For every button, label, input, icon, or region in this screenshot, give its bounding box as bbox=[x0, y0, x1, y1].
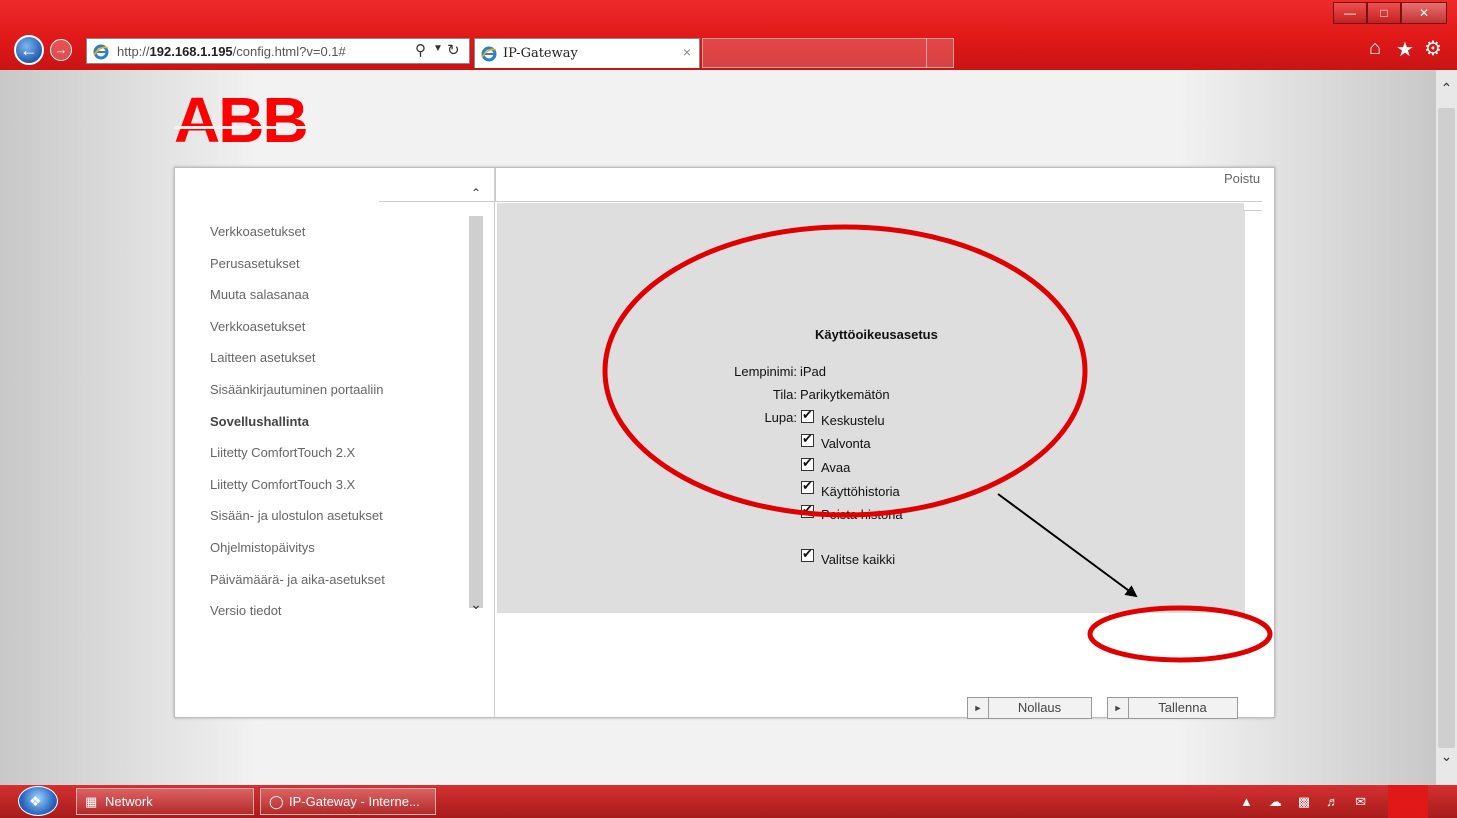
sidebar-item-verkkoasetukset-2[interactable]: Verkkoasetukset bbox=[210, 319, 305, 334]
sidebar-item-perusasetukset[interactable]: Perusasetukset bbox=[210, 256, 300, 271]
tab-title: IP-Gateway bbox=[503, 46, 578, 61]
volume-icon[interactable]: ♬ bbox=[1326, 794, 1339, 810]
ie-tab-icon bbox=[481, 46, 497, 62]
checkbox-kayttohistoria[interactable] bbox=[801, 478, 814, 494]
form-title: Käyttöoikeusasetus bbox=[815, 327, 938, 342]
permission-label: Lupa: bbox=[764, 410, 797, 425]
sidebar-item-sovellushallinta[interactable]: Sovellushallinta bbox=[210, 414, 309, 429]
refresh-icon[interactable]: ↻ bbox=[447, 41, 460, 59]
sidebar-item-muuta-salasanaa[interactable]: Muuta salasanaa bbox=[210, 287, 309, 302]
select-all-label: Valitse kaikki bbox=[821, 552, 896, 567]
sidebar-item-comforttouch-3[interactable]: Liitetty ComfortTouch 3.X bbox=[210, 477, 355, 492]
checkbox-label: Poista historia bbox=[821, 507, 903, 522]
address-bar[interactable]: http://192.168.1.195/config.html?v=0.1# … bbox=[86, 38, 470, 64]
ie-page-icon bbox=[93, 44, 109, 60]
svg-text:ABB: ABB bbox=[174, 90, 307, 150]
abb-logo: ABB bbox=[174, 90, 314, 150]
sidebar-scroll-thumb[interactable] bbox=[469, 216, 483, 608]
checkbox-label: Käyttöhistoria bbox=[821, 484, 900, 499]
content-top-divider bbox=[494, 201, 1262, 202]
page-scroll-thumb[interactable] bbox=[1438, 108, 1455, 748]
home-icon[interactable]: ⌂ bbox=[1369, 37, 1381, 60]
tray-expand-icon[interactable]: ▲ bbox=[1240, 794, 1253, 810]
sidebar-item-io-asetukset[interactable]: Sisään- ja ulostulon asetukset bbox=[210, 508, 383, 523]
windows-logo-icon: ❖ bbox=[29, 793, 42, 809]
star-icon[interactable]: ★ bbox=[1396, 37, 1414, 62]
sidebar-divider bbox=[494, 168, 495, 719]
search-icon[interactable]: ⚲ bbox=[415, 41, 426, 59]
sidebar-scrollbar[interactable]: ⌃ ⌄ bbox=[467, 186, 485, 626]
sidebar-item-portaali[interactable]: Sisäänkirjautuminen portaaliin bbox=[210, 382, 383, 397]
network-icon: ▦ bbox=[85, 794, 98, 809]
action-center-icon[interactable]: ✉ bbox=[1355, 794, 1366, 810]
tab-ip-gateway[interactable]: IP-Gateway × bbox=[474, 38, 700, 68]
taskbar: ❖ ▦ Network ◯ IP-Gateway - Interne... ▲ … bbox=[0, 785, 1457, 818]
checkbox-label: Avaa bbox=[821, 460, 851, 475]
checkbox-select-all[interactable] bbox=[801, 546, 814, 562]
checkbox-valvonta[interactable] bbox=[801, 431, 814, 447]
chevron-up-icon[interactable]: ⌃ bbox=[1436, 80, 1457, 97]
system-tray: ▲ ☁ ▩ ♬ ✉ bbox=[1240, 794, 1366, 810]
logout-link[interactable]: Poistu bbox=[1224, 171, 1260, 186]
maximize-button[interactable]: □ bbox=[1367, 2, 1401, 24]
sidebar-item-comforttouch-2[interactable]: Liitetty ComfortTouch 2.X bbox=[210, 445, 355, 460]
back-icon: ← bbox=[20, 40, 38, 60]
taskbar-item-ie[interactable]: ◯ IP-Gateway - Interne... bbox=[260, 788, 436, 815]
chevron-down-icon[interactable]: ⌄ bbox=[467, 596, 485, 613]
network-tray-icon[interactable]: ▩ bbox=[1298, 794, 1310, 810]
sidebar-item-laitteen-asetukset[interactable]: Laitteen asetukset bbox=[210, 350, 316, 365]
forward-button[interactable]: → bbox=[50, 39, 72, 61]
sidebar-item-versio[interactable]: Versio tiedot bbox=[210, 603, 282, 618]
page-scrollbar[interactable]: ⌃ ⌄ bbox=[1436, 70, 1457, 785]
page-viewport: ABB Poistu Verkkoasetukset Perusasetukse… bbox=[0, 70, 1436, 785]
back-button[interactable]: ← bbox=[14, 35, 44, 65]
chevron-down-icon[interactable]: ▼ bbox=[433, 43, 443, 54]
play-arrow-icon: ► bbox=[1108, 698, 1129, 718]
nickname-value: iPad bbox=[800, 364, 827, 379]
status-value: Parikytkemätön bbox=[800, 387, 890, 402]
ie-icon: ◯ bbox=[269, 794, 284, 809]
forward-icon: → bbox=[54, 42, 68, 57]
nickname-label: Lempinimi: bbox=[734, 364, 797, 379]
window-controls: — □ ✕ bbox=[1333, 2, 1447, 24]
new-tab-button[interactable] bbox=[926, 38, 954, 68]
status-label: Tila: bbox=[772, 387, 797, 402]
checkbox-label: Valvonta bbox=[821, 436, 871, 451]
checkbox-poista-historia[interactable] bbox=[801, 502, 814, 518]
start-button[interactable]: ❖ bbox=[18, 786, 58, 816]
new-tab-area[interactable] bbox=[702, 38, 954, 68]
sidebar-item-verkkoasetukset[interactable]: Verkkoasetukset bbox=[210, 224, 305, 239]
checkbox-avaa[interactable] bbox=[801, 455, 814, 471]
checkbox-label: Keskustelu bbox=[821, 413, 885, 428]
config-panel: Poistu Verkkoasetukset Perusasetukset Mu… bbox=[174, 167, 1275, 719]
window-close-button[interactable]: ✕ bbox=[1401, 2, 1447, 24]
content-notch bbox=[1244, 202, 1262, 211]
url-text: http://192.168.1.195/config.html?v=0.1# bbox=[117, 44, 346, 59]
sidebar-item-ohjelmistopaivitys[interactable]: Ohjelmistopäivitys bbox=[210, 540, 315, 555]
cloud-icon[interactable]: ☁ bbox=[1269, 794, 1282, 810]
show-desktop-button[interactable] bbox=[1388, 785, 1428, 818]
save-button[interactable]: ► Tallenna bbox=[1107, 697, 1238, 719]
minimize-button[interactable]: — bbox=[1333, 2, 1367, 24]
taskbar-item-network[interactable]: ▦ Network bbox=[76, 788, 254, 815]
play-arrow-icon: ► bbox=[968, 698, 989, 718]
close-icon[interactable]: × bbox=[683, 44, 691, 60]
chevron-down-icon[interactable]: ⌄ bbox=[1436, 748, 1457, 765]
checkbox-keskustelu[interactable] bbox=[801, 407, 814, 423]
reset-button[interactable]: ► Nollaus bbox=[967, 697, 1092, 719]
browser-chrome: ← → http://192.168.1.195/config.html?v=0… bbox=[0, 0, 1457, 70]
sidebar-item-paivamaara[interactable]: Päivämäärä- ja aika-asetukset bbox=[210, 572, 385, 587]
gear-icon[interactable]: ⚙ bbox=[1424, 36, 1442, 61]
chevron-up-icon[interactable]: ⌃ bbox=[467, 186, 485, 200]
